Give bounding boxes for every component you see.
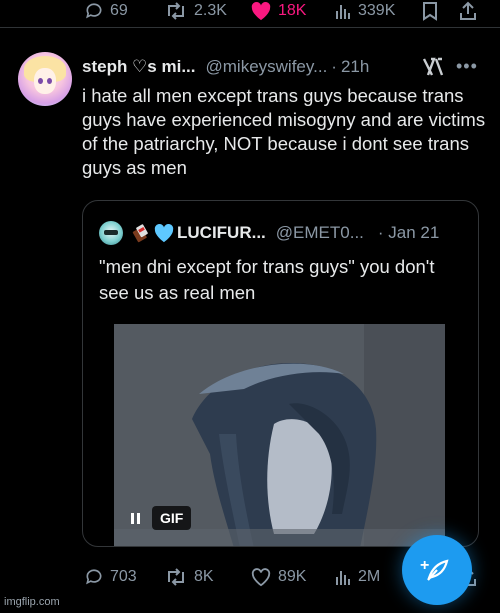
tweet-time[interactable]: 21h	[341, 57, 369, 77]
chocolate-emoji-icon	[132, 224, 148, 243]
separator-dot: ·	[331, 57, 337, 76]
compose-button[interactable]	[402, 535, 472, 605]
top-like-count: 18K	[278, 2, 307, 19]
blue-heart-emoji-icon	[154, 223, 174, 243]
tweet-text: i hate all men except trans guys because…	[82, 85, 486, 178]
grok-icon[interactable]	[422, 57, 444, 77]
imgflip-watermark: imgflip.com	[4, 596, 60, 608]
heart-outline-icon	[251, 568, 271, 587]
repost-button[interactable]: 8K	[164, 567, 214, 587]
quoted-tweet-header: LUCIFUR... @EMET0... · Jan 21	[99, 221, 439, 245]
display-name[interactable]: steph ♡s mi...	[82, 57, 196, 77]
bookmark-icon	[423, 2, 437, 21]
top-reply-count: 69	[110, 2, 128, 19]
views-button[interactable]: 2M	[334, 568, 380, 586]
quoted-user-avatar	[99, 221, 123, 245]
tweet-divider	[0, 27, 500, 28]
like-button[interactable]: 89K	[250, 567, 306, 587]
repost-icon	[168, 2, 184, 20]
reply-icon	[86, 569, 102, 585]
share-icon	[460, 1, 476, 20]
views-count: 2M	[358, 568, 381, 585]
like-count: 89K	[278, 568, 307, 585]
reply-icon	[86, 3, 102, 19]
compose-plus-icon: +	[420, 557, 430, 574]
top-share-button[interactable]	[458, 1, 478, 21]
top-like-button[interactable]: 18K	[250, 1, 306, 21]
quoted-tweet-text: "men dni except for trans guys" you don'…	[99, 256, 435, 303]
gif-badge: GIF	[152, 506, 192, 530]
reply-button[interactable]: 703	[84, 567, 137, 587]
heart-filled-icon	[251, 1, 271, 21]
quoted-user-handle: @EMET0...	[275, 223, 364, 242]
more-options-icon[interactable]: •••	[456, 56, 478, 77]
top-repost-count: 2.3K	[194, 2, 227, 19]
views-icon	[336, 5, 350, 19]
top-bookmark-button[interactable]	[421, 1, 439, 21]
quoted-tweet-date: · Jan 21	[377, 223, 440, 242]
top-repost-button[interactable]: 2.3K	[164, 1, 227, 21]
top-reply-button[interactable]: 69	[84, 1, 128, 21]
repost-icon	[168, 568, 184, 586]
tweet-header: steph ♡s mi... @mikeyswifey... · 21h •••	[82, 56, 492, 78]
pause-icon[interactable]	[124, 506, 146, 530]
top-action-bar: 69 2.3K 18K 339K	[0, 0, 500, 26]
top-views-button[interactable]: 339K	[334, 2, 395, 20]
quoted-display-name: LUCIFUR...	[177, 223, 266, 242]
user-handle[interactable]: @mikeyswifey...	[206, 57, 328, 77]
gif-controls: GIF	[124, 506, 192, 530]
repost-count: 8K	[194, 568, 214, 585]
reply-count: 703	[110, 568, 137, 585]
views-icon	[336, 571, 350, 585]
top-views-count: 339K	[358, 2, 396, 19]
user-avatar[interactable]	[18, 52, 72, 106]
quoted-tweet-card[interactable]: LUCIFUR... @EMET0... · Jan 21 "men dni e…	[82, 200, 479, 547]
gif-media[interactable]: GIF	[114, 324, 445, 546]
